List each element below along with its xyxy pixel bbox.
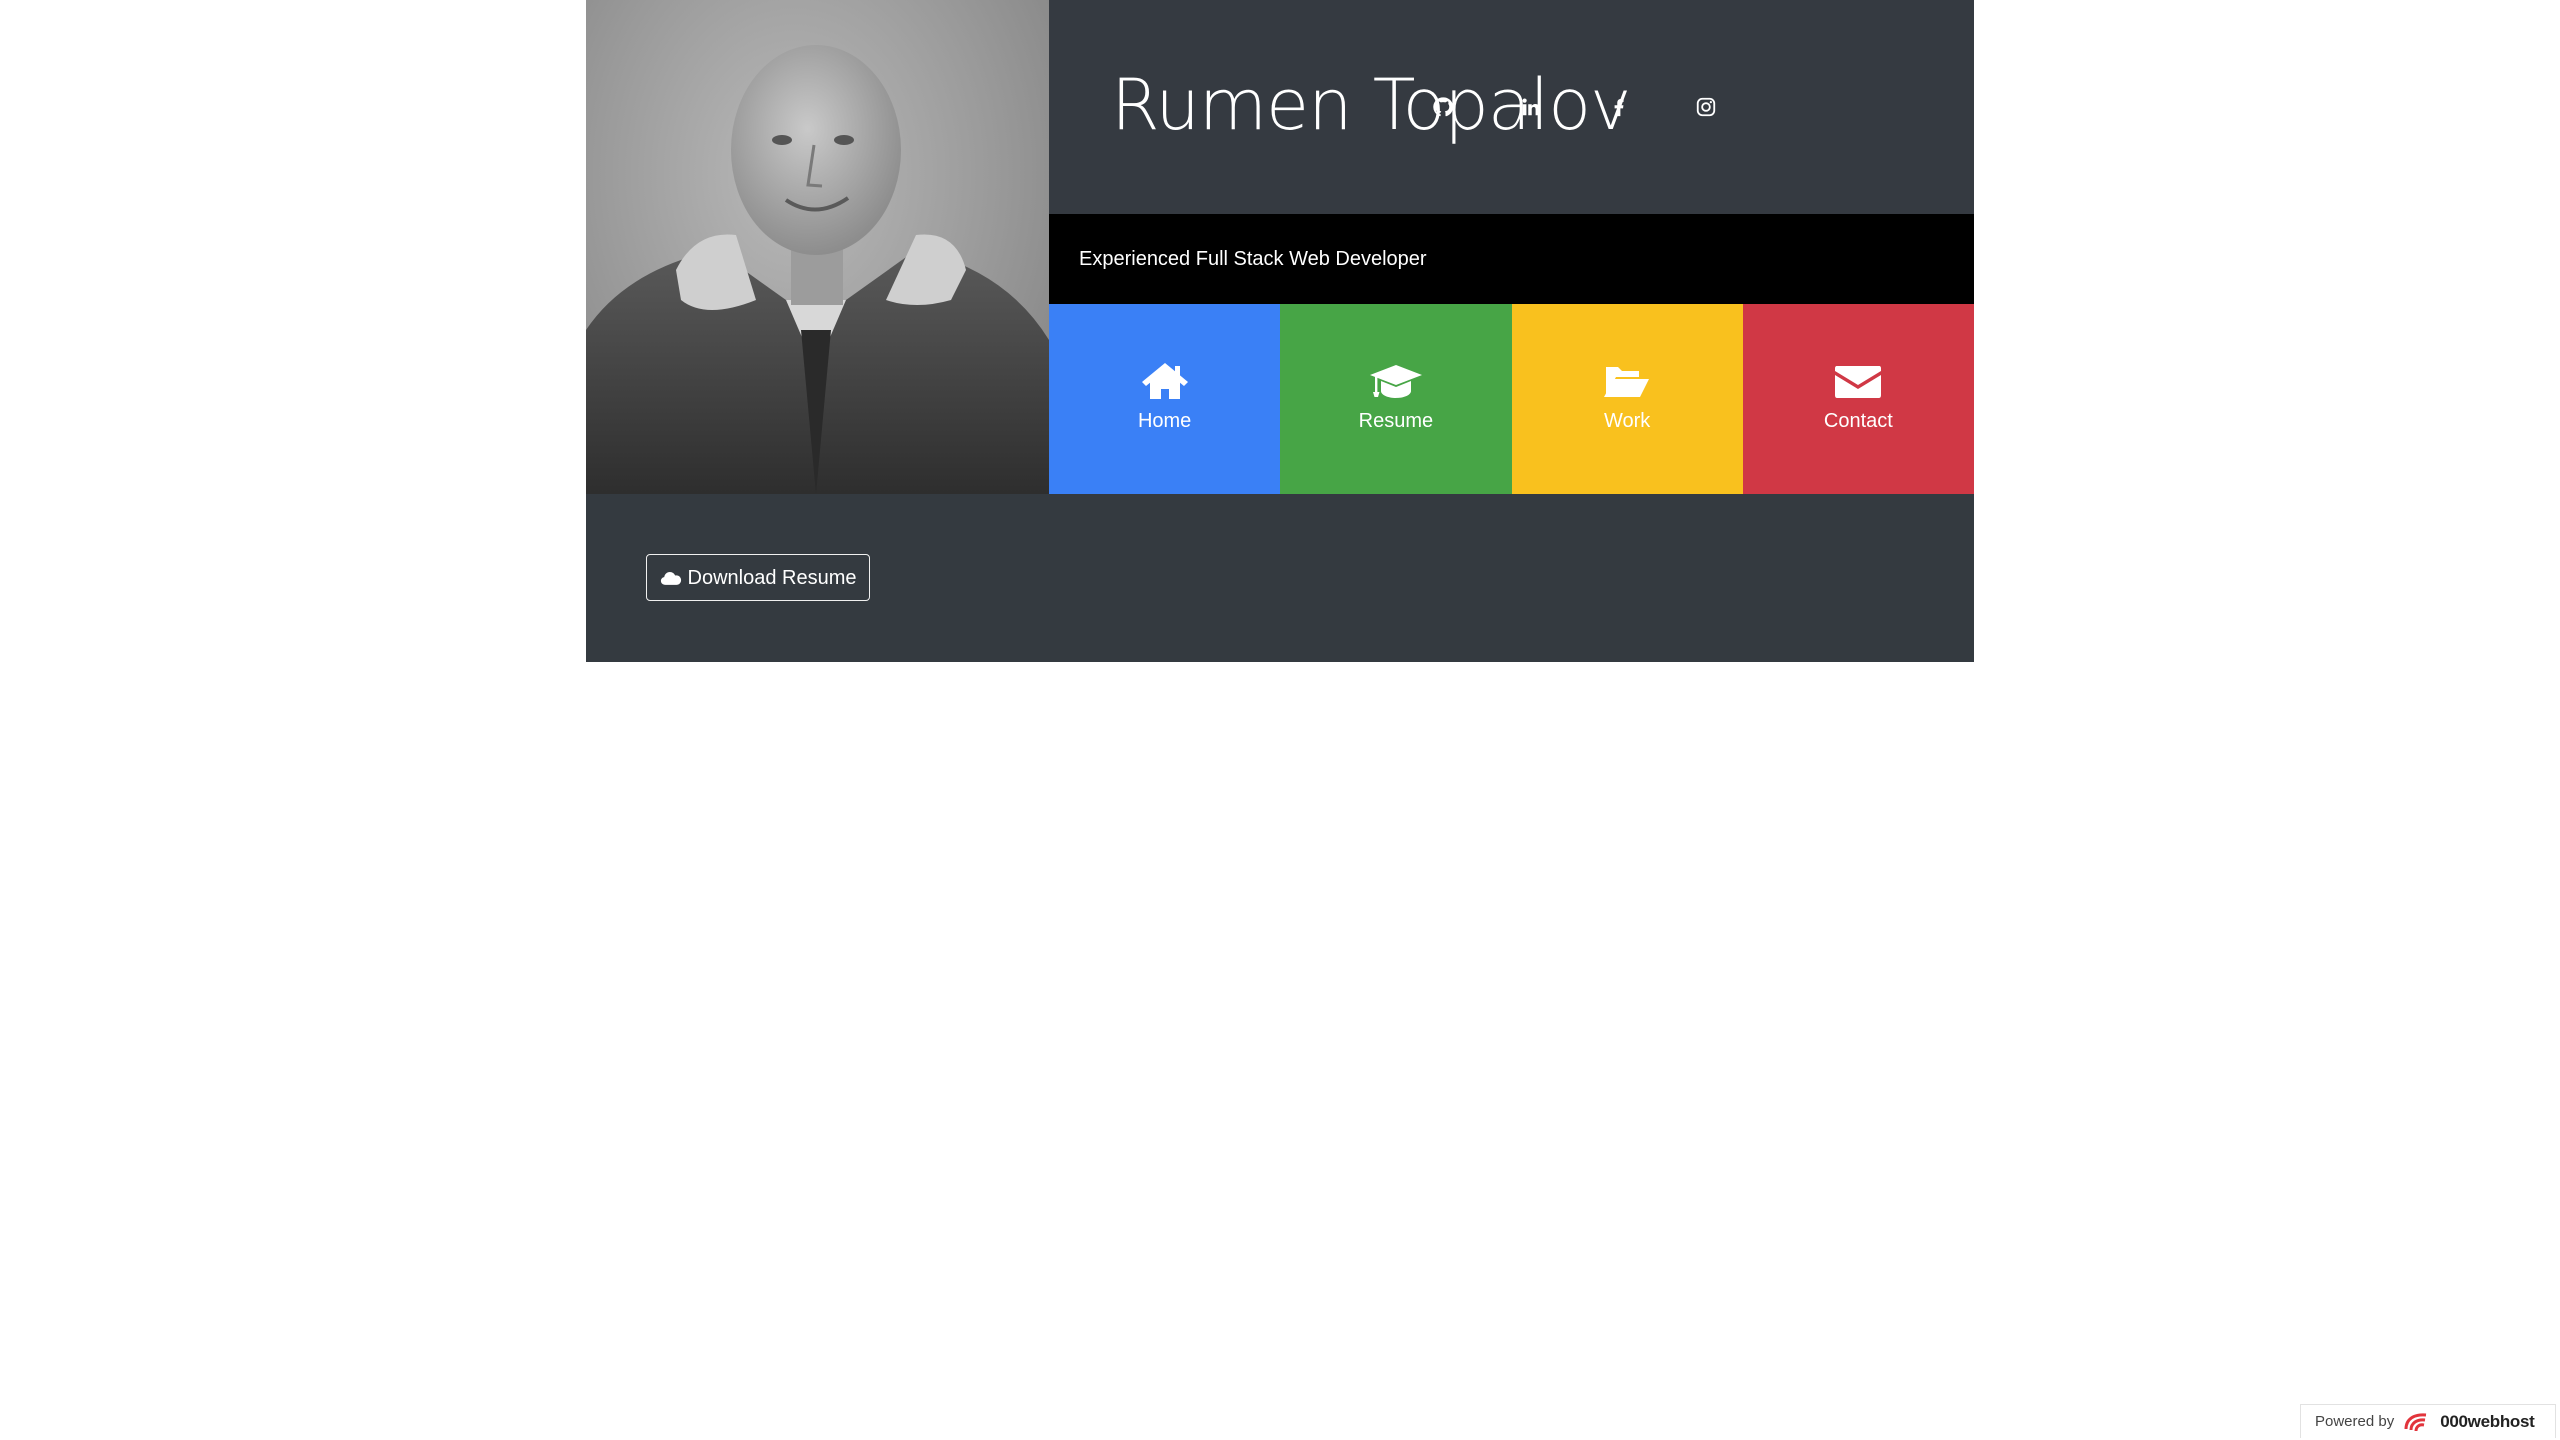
linkedin-link[interactable] — [1513, 89, 1549, 125]
tagline-bar: Experienced Full Stack Web Developer — [1049, 214, 1974, 304]
facebook-link[interactable] — [1601, 89, 1637, 125]
download-resume-label: Download Resume — [687, 566, 857, 589]
instagram-link[interactable] — [1688, 89, 1724, 125]
instagram-icon — [1696, 97, 1716, 117]
linkedin-icon — [1522, 98, 1540, 116]
profile-photo — [586, 0, 1049, 494]
000webhost-logo-icon — [2404, 1412, 2427, 1431]
header: Rumen Topalov — [1049, 0, 1974, 214]
profile-card: Rumen Topalov Experienced Full Stack Web… — [586, 0, 1974, 662]
home-icon — [1141, 363, 1188, 399]
nav-tile-contact-label: Contact — [1823, 410, 1893, 432]
nav-tile-home[interactable]: Home — [1049, 304, 1281, 494]
page-title: Rumen Topalov — [1111, 64, 1631, 146]
powered-by-brand: 000webhost — [2440, 1411, 2535, 1431]
nav-tile-home-label: Home — [1137, 410, 1192, 432]
facebook-icon — [1614, 98, 1624, 117]
graduation-cap-icon — [1369, 365, 1422, 398]
download-resume-button[interactable]: Download Resume — [646, 554, 870, 601]
nav-tile-resume[interactable]: Resume — [1280, 304, 1512, 494]
powered-by-label: Powered by — [2315, 1413, 2395, 1430]
tagline: Experienced Full Stack Web Developer — [1079, 248, 1427, 270]
nav-tiles: Home Resume Work Contact — [1049, 304, 1974, 494]
github-icon — [1433, 97, 1454, 117]
cloud-icon — [660, 571, 681, 585]
portrait-illustration — [586, 45, 1049, 494]
github-link[interactable] — [1425, 89, 1461, 125]
nav-tile-contact[interactable]: Contact — [1742, 304, 1974, 494]
nav-tile-work-label: Work — [1603, 410, 1651, 432]
nav-tile-resume-label: Resume — [1358, 410, 1434, 432]
envelope-icon — [1835, 366, 1882, 398]
folder-open-icon — [1604, 367, 1650, 397]
powered-by-badge[interactable]: Powered by 000webhost — [2300, 1404, 2556, 1438]
nav-tile-work[interactable]: Work — [1511, 304, 1743, 494]
